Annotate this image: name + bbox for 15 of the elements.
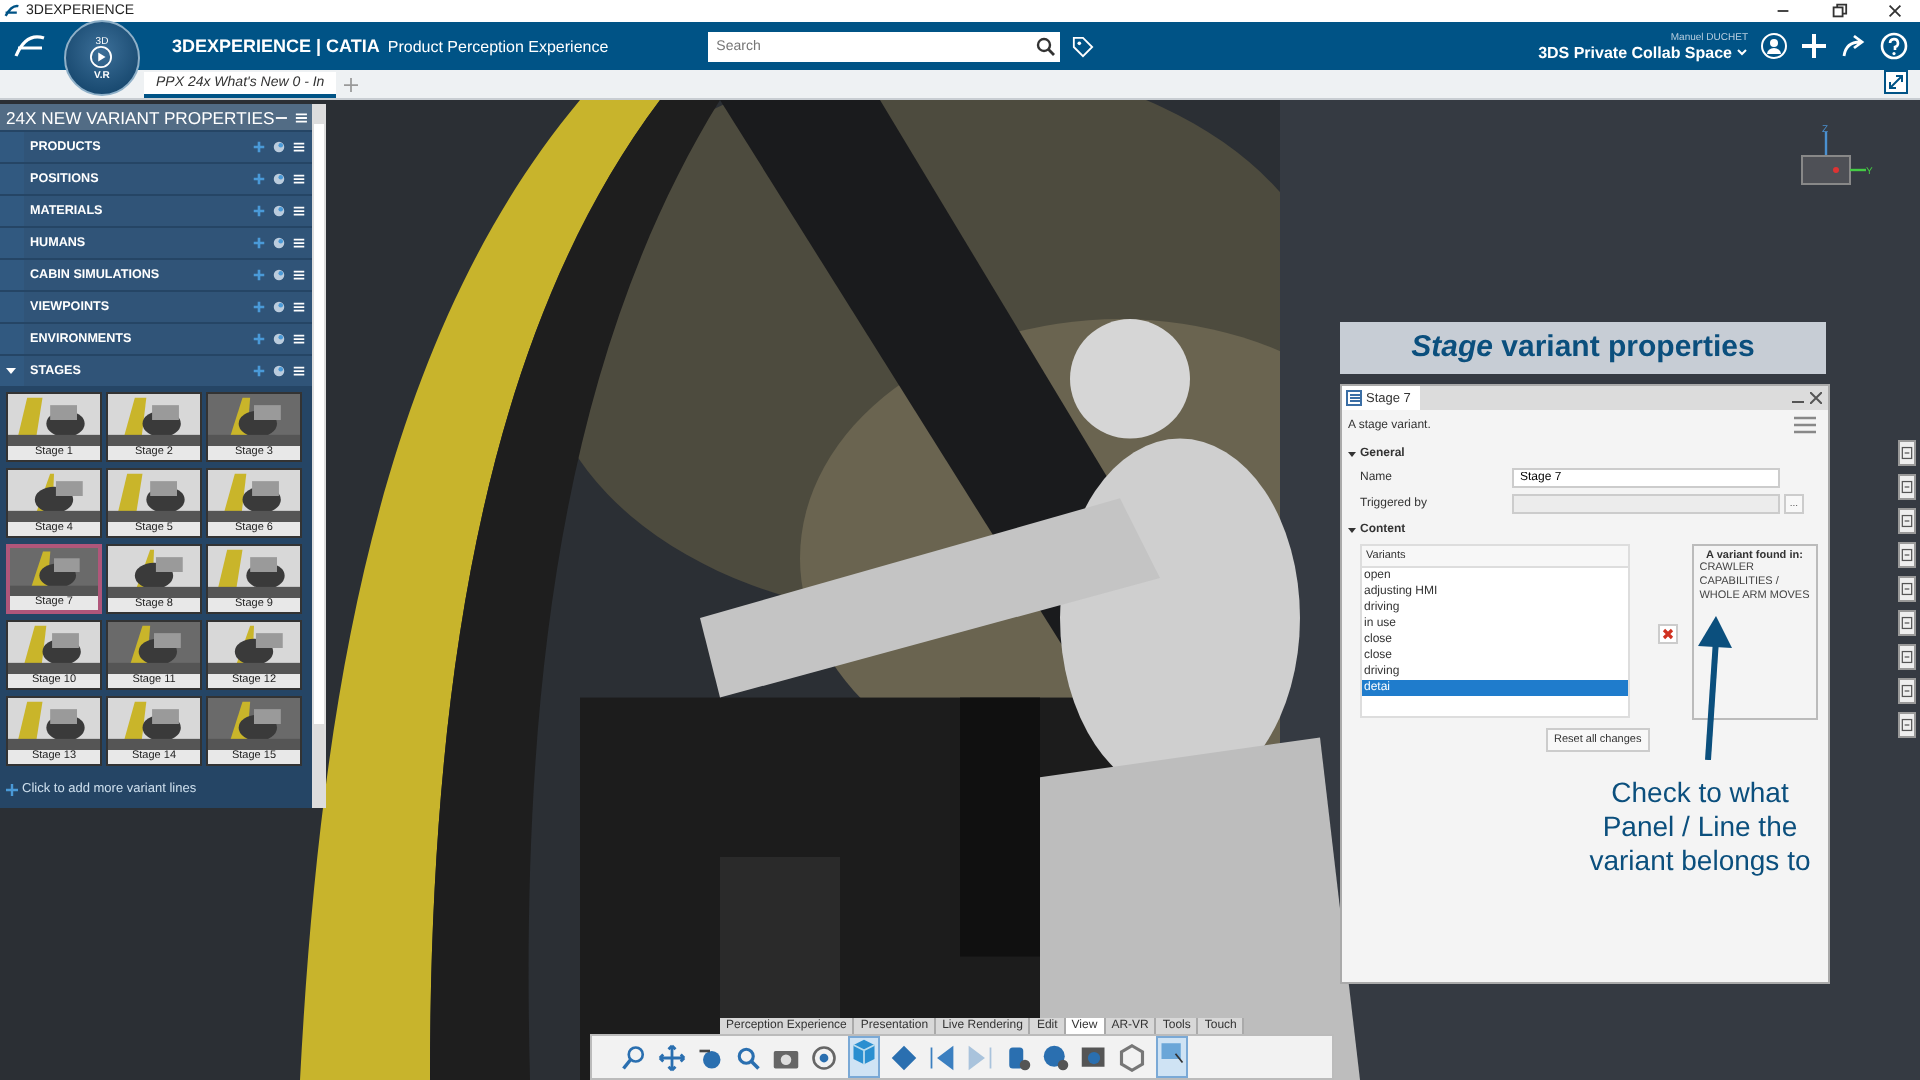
restore-icon[interactable] xyxy=(1830,2,1848,20)
logo-icon xyxy=(4,4,20,18)
tag-icon[interactable] xyxy=(1072,35,1095,57)
share-icon[interactable] xyxy=(1840,32,1868,60)
user-icon[interactable] xyxy=(1760,32,1788,60)
expand-icon[interactable] xyxy=(1884,70,1908,94)
close-icon[interactable] xyxy=(1886,2,1904,20)
brand-name: 3DEXPERIENCE | CATIA xyxy=(172,36,380,56)
play-icon[interactable] xyxy=(90,46,112,68)
search-icon[interactable] xyxy=(1032,31,1061,61)
collab-space-selector[interactable]: 3DS Private Collab Space xyxy=(1538,43,1748,61)
product-name: Product Perception Experience xyxy=(387,37,609,55)
logo-icon xyxy=(12,34,48,58)
help-icon[interactable] xyxy=(1880,32,1908,60)
caret-icon[interactable] xyxy=(1736,45,1748,57)
